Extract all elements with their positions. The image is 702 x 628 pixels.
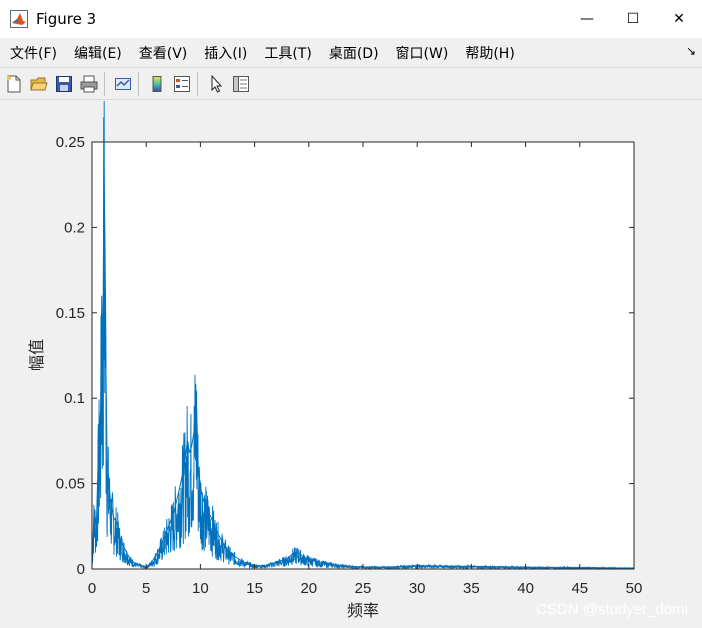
menu-help[interactable]: 帮助(H)	[465, 43, 514, 63]
x-tick-label: 15	[246, 580, 263, 597]
toolbar-separator	[197, 71, 198, 96]
x-tick-label: 20	[300, 580, 317, 597]
x-tick-label: 10	[192, 580, 209, 597]
y-tick-label: 0	[77, 561, 85, 578]
save-icon[interactable]	[53, 73, 75, 95]
x-tick-label: 25	[355, 580, 372, 597]
x-tick-label: 45	[571, 580, 588, 597]
matlab-logo-icon	[10, 10, 28, 28]
x-tick-label: 0	[88, 580, 96, 597]
open-file-icon[interactable]	[28, 73, 50, 95]
x-axis-label: 频率	[347, 601, 379, 620]
y-tick-label: 0.2	[64, 219, 85, 236]
x-tick-label: 5	[142, 580, 150, 597]
select-arrow-icon[interactable]	[205, 73, 227, 95]
menu-tools[interactable]: 工具(T)	[264, 43, 311, 63]
figure-toolbar	[0, 67, 702, 100]
title-bar: Figure 3 — ☐ ✕	[0, 0, 702, 38]
minimize-icon: —	[580, 11, 594, 27]
menu-desktop[interactable]: 桌面(D)	[329, 43, 379, 63]
minimize-button[interactable]: —	[564, 0, 610, 38]
line-chart[interactable]: 0 5 10 15 20 25 30 35 40 45 5000.050.10.150.20.25 …	[0, 101, 702, 628]
x-tick-label: 35	[463, 580, 480, 597]
link-plot-icon[interactable]	[112, 73, 134, 95]
y-tick-label: 0.15	[56, 305, 85, 322]
new-figure-icon[interactable]	[3, 73, 25, 95]
print-icon[interactable]	[78, 73, 100, 95]
colorbar-icon[interactable]	[146, 73, 168, 95]
close-button[interactable]: ✕	[656, 0, 702, 38]
menu-bar: 文件(F) 编辑(E) 查看(V) 插入(I) 工具(T) 桌面(D) 窗口(W…	[0, 38, 702, 67]
toolbar-separator	[138, 71, 139, 96]
watermark: CSDN @studyer_domi	[536, 601, 688, 618]
y-tick-label: 0.25	[56, 134, 85, 151]
x-tick-label: 40	[517, 580, 534, 597]
menu-view[interactable]: 查看(V)	[139, 43, 188, 63]
y-tick-label: 0.1	[64, 390, 85, 407]
property-inspector-icon[interactable]	[230, 73, 252, 95]
menu-file[interactable]: 文件(F)	[10, 43, 57, 63]
menu-window[interactable]: 窗口(W)	[396, 43, 449, 63]
maximize-icon: ☐	[626, 11, 640, 27]
x-tick-label: 50	[626, 580, 643, 597]
maximize-button[interactable]: ☐	[610, 0, 656, 38]
legend-icon[interactable]	[171, 73, 193, 95]
toolbar-separator	[104, 71, 105, 96]
close-icon: ✕	[673, 11, 685, 27]
y-axis-label: 幅值	[27, 339, 46, 371]
y-tick-label: 0.05	[56, 476, 85, 493]
menu-edit[interactable]: 编辑(E)	[74, 43, 122, 63]
x-tick-label: 30	[409, 580, 426, 597]
menu-insert[interactable]: 插入(I)	[204, 43, 247, 63]
window-title: Figure 3	[36, 10, 97, 28]
window-controls: — ☐ ✕	[564, 0, 702, 38]
figure-canvas: 0 5 10 15 20 25 30 35 40 45 50 0 0.05 0.1 0.15 0.2 0.25 …	[0, 101, 702, 628]
dock-arrow-icon[interactable]: ↘	[686, 44, 696, 58]
